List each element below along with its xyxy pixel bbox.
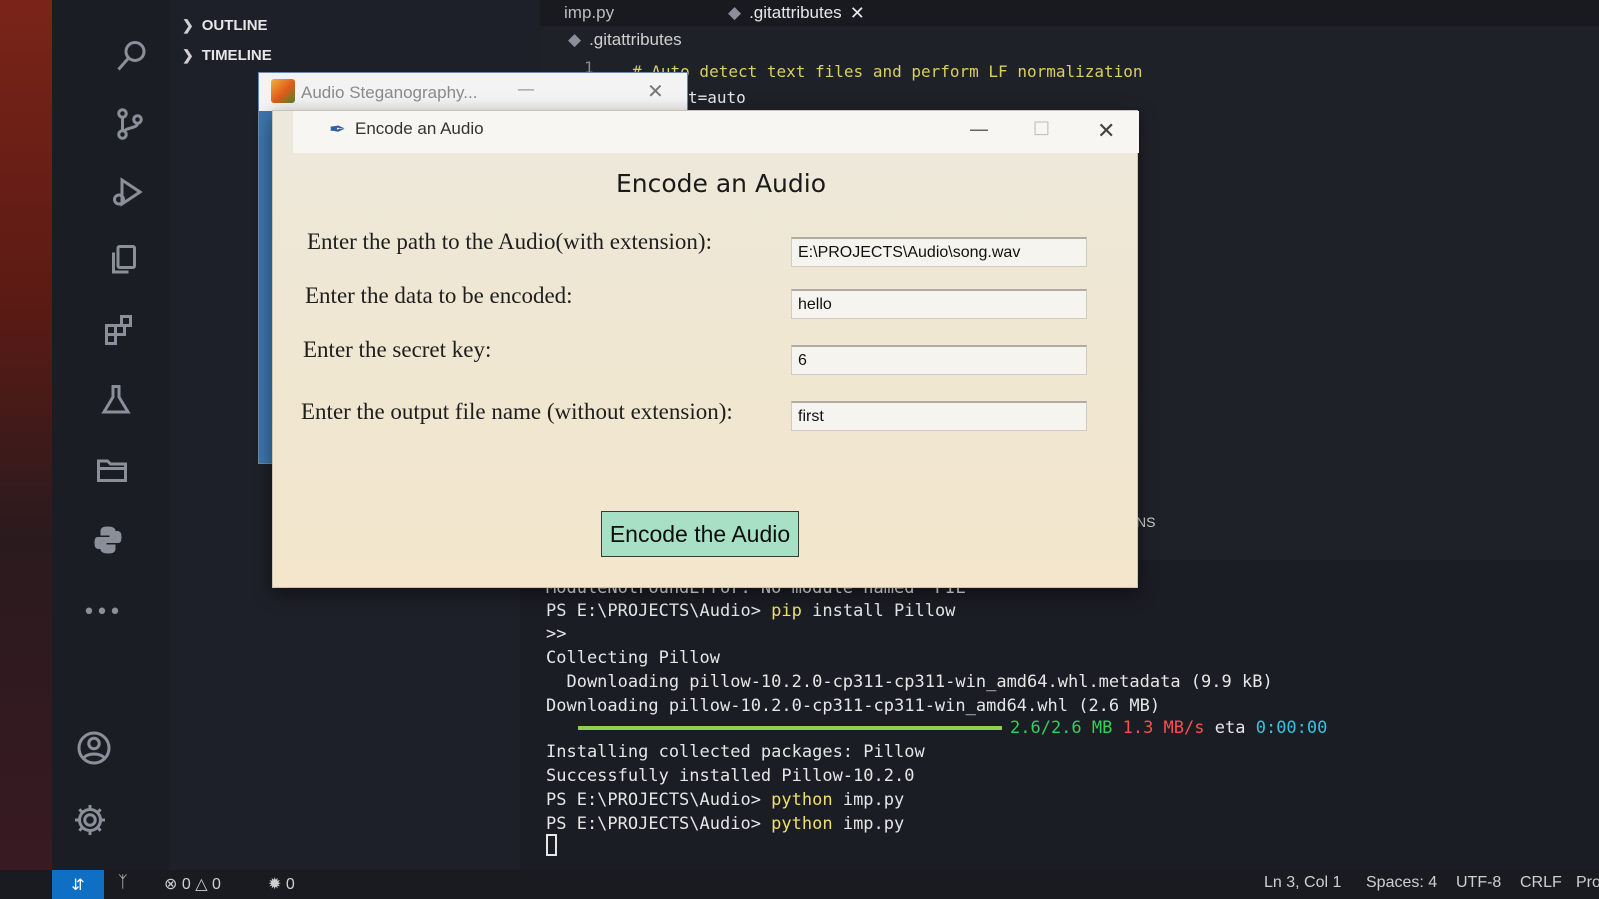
extensions-icon[interactable] bbox=[100, 310, 140, 350]
branch-icon[interactable]: ᛉ bbox=[118, 874, 128, 892]
chevron-right-icon: ❯ bbox=[182, 16, 194, 33]
secret-key-input[interactable] bbox=[791, 345, 1087, 375]
terminal-line: Downloading pillow-10.2.0-cp311-cp311-wi… bbox=[546, 696, 1161, 716]
search-icon[interactable] bbox=[112, 36, 152, 76]
output-name-input[interactable] bbox=[791, 401, 1087, 431]
warning-icon: △ bbox=[195, 876, 208, 893]
problems-indicator[interactable]: ⊗ 0 △ 0 bbox=[164, 874, 221, 894]
settings-gear-icon[interactable] bbox=[70, 800, 110, 840]
error-icon: ⊗ bbox=[164, 876, 178, 893]
timeline-label: TIMELINE bbox=[201, 46, 272, 64]
account-icon[interactable] bbox=[74, 728, 114, 768]
encode-dialog: ✒ Encode an Audio — □ ✕ Encode an Audio … bbox=[272, 110, 1139, 588]
status-bar: ⇵ ᛉ ⊗ 0 △ 0 ✹ 0 Ln 3, Col 1 Spaces: 4 UT… bbox=[0, 870, 1599, 899]
audio-path-label: Enter the path to the Audio(with extensi… bbox=[307, 229, 712, 254]
testing-icon[interactable] bbox=[96, 380, 136, 420]
remote-indicator-icon[interactable]: ⇵ bbox=[52, 870, 104, 899]
terminal-line: Downloading pillow-10.2.0-cp311-cp311-wi… bbox=[546, 672, 1273, 692]
tab-label: .gitattributes bbox=[749, 3, 842, 22]
close-icon[interactable]: ✕ bbox=[1097, 119, 1115, 144]
explorer-icon[interactable] bbox=[104, 240, 144, 280]
terminal-line: PS E:\PROJECTS\Audio> python imp.py bbox=[546, 814, 905, 834]
editor-tabs: imp.py ◆ .gitattributes ✕ bbox=[540, 0, 1599, 26]
tab-imp-py[interactable]: imp.py bbox=[564, 0, 614, 26]
code-comment[interactable]: # Auto detect text files and perform LF … bbox=[632, 62, 1143, 81]
timeline-section[interactable]: ❯ TIMELINE bbox=[182, 42, 272, 68]
ports-count: 0 bbox=[285, 876, 295, 893]
secret-key-label: Enter the secret key: bbox=[303, 337, 492, 362]
panel-tab-partial[interactable]: NS bbox=[1136, 514, 1155, 530]
terminal-panel[interactable]: NS ModuleNotFoundError: No module named … bbox=[520, 514, 1599, 870]
output-name-label: Enter the output file name (without exte… bbox=[301, 399, 733, 424]
close-icon[interactable]: ✕ bbox=[647, 79, 664, 103]
outline-section[interactable]: ❯ OUTLINE bbox=[182, 12, 268, 38]
close-icon[interactable]: ✕ bbox=[850, 3, 865, 24]
end-of-line[interactable]: CRLF bbox=[1520, 874, 1562, 892]
source-control-icon[interactable] bbox=[110, 104, 150, 144]
minimize-icon[interactable]: — bbox=[969, 117, 989, 141]
file-encoding[interactable]: UTF-8 bbox=[1456, 874, 1501, 892]
breadcrumb-item[interactable]: .gitattributes bbox=[589, 30, 682, 50]
encode-audio-button[interactable]: Encode the Audio bbox=[601, 511, 799, 557]
error-count: 0 bbox=[181, 876, 191, 893]
status-item-partial[interactable]: Pro bbox=[1576, 874, 1599, 892]
broadcast-icon: ✹ bbox=[268, 876, 282, 893]
dialog-heading: Encode an Audio bbox=[615, 169, 827, 198]
folder-icon[interactable] bbox=[92, 450, 132, 490]
feather-icon: ✒ bbox=[329, 117, 346, 141]
audio-path-input[interactable] bbox=[791, 237, 1087, 267]
terminal-cursor bbox=[546, 834, 557, 856]
download-progress-bar bbox=[578, 726, 1002, 730]
cursor-position[interactable]: Ln 3, Col 1 bbox=[1264, 874, 1341, 892]
data-input[interactable] bbox=[791, 289, 1087, 319]
git-file-icon: ◆ bbox=[568, 30, 582, 49]
terminal-line: PS E:\PROJECTS\Audio> pip install Pillow bbox=[546, 601, 956, 621]
python-icon[interactable] bbox=[88, 520, 128, 560]
activity-bar: ••• bbox=[52, 0, 170, 870]
more-icon[interactable]: ••• bbox=[82, 592, 122, 632]
app-icon bbox=[271, 79, 295, 103]
maximize-icon[interactable]: □ bbox=[1033, 117, 1050, 138]
progress-fill bbox=[578, 726, 1002, 730]
terminal-line: Successfully installed Pillow-10.2.0 bbox=[546, 766, 915, 786]
desk-background bbox=[0, 0, 52, 899]
bg-window-title: Audio Steganography... bbox=[301, 83, 478, 102]
terminal-line: PS E:\PROJECTS\Audio> python imp.py bbox=[546, 790, 905, 810]
chevron-right-icon: ❯ bbox=[182, 46, 194, 63]
terminal-line: Installing collected packages: Pillow bbox=[546, 742, 925, 762]
warning-count: 0 bbox=[211, 876, 221, 893]
run-debug-icon[interactable] bbox=[108, 172, 148, 212]
terminal-line: Collecting Pillow bbox=[546, 648, 720, 668]
dialog-window-title: Encode an Audio bbox=[355, 119, 484, 138]
minimize-icon[interactable]: — bbox=[517, 79, 535, 100]
outline-label: OUTLINE bbox=[201, 16, 268, 34]
data-label: Enter the data to be encoded: bbox=[305, 283, 573, 308]
tab-gitattributes[interactable]: ◆ .gitattributes ✕ bbox=[728, 0, 865, 26]
breadcrumb: ◆ .gitattributes bbox=[568, 30, 682, 50]
dialog-titlebar[interactable]: ✒ Encode an Audio — □ ✕ bbox=[293, 111, 1139, 153]
download-stats: 2.6/2.6 MB 1.3 MB/s eta 0:00:00 bbox=[1010, 718, 1328, 738]
bg-window-titlebar[interactable]: Audio Steganography... — ✕ bbox=[259, 73, 687, 111]
indentation[interactable]: Spaces: 4 bbox=[1366, 874, 1437, 892]
ports-indicator[interactable]: ✹ 0 bbox=[268, 874, 295, 894]
terminal-line: >> bbox=[546, 624, 567, 644]
tab-label: imp.py bbox=[564, 3, 615, 22]
git-file-icon: ◆ bbox=[728, 3, 742, 22]
code-line[interactable]: t=auto bbox=[688, 88, 746, 107]
